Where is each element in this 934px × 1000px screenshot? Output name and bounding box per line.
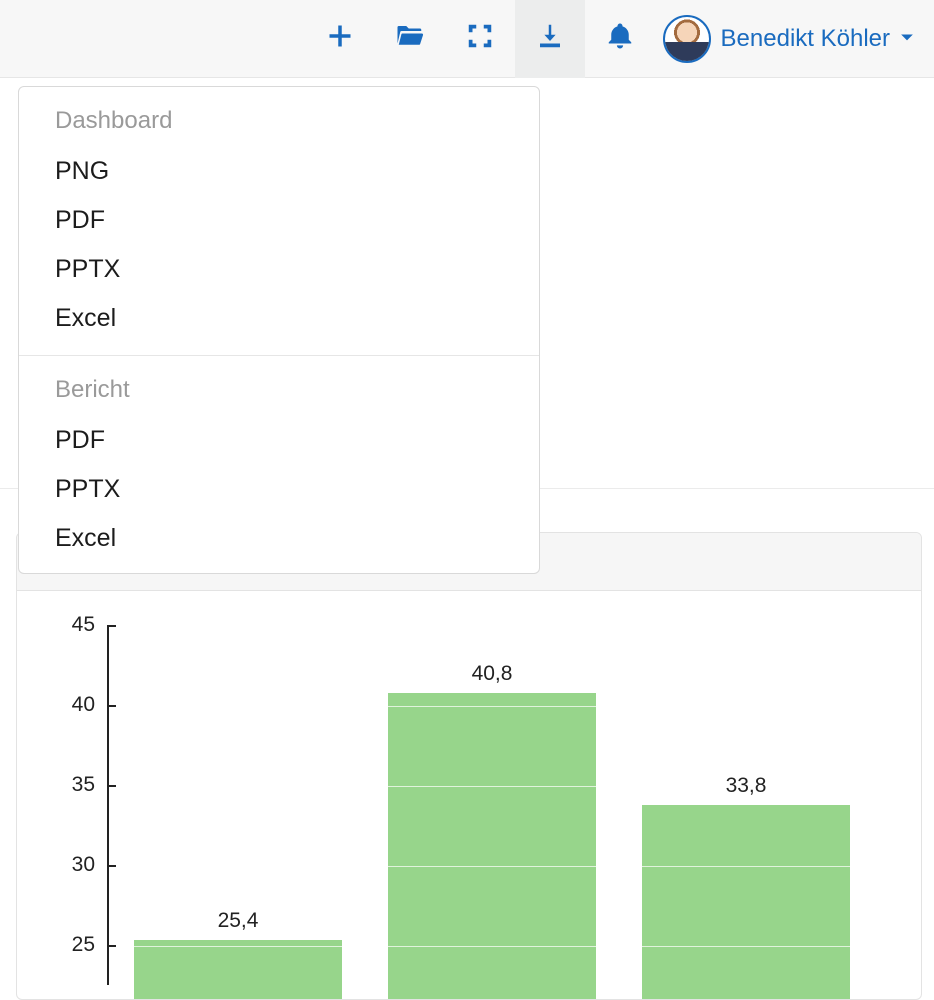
export-pptx-dashboard[interactable]: PPTX [19,245,539,294]
expand-icon [465,21,495,56]
export-pdf-report[interactable]: PDF [19,416,539,465]
export-png[interactable]: PNG [19,147,539,196]
y-tick [107,945,116,947]
export-pptx-report[interactable]: PPTX [19,465,539,514]
chevron-down-icon [900,30,914,48]
y-tick-label: 40 [72,693,95,717]
notifications-button[interactable] [585,0,655,78]
bar [387,692,597,1000]
user-name: Benedikt Köhler [721,25,890,53]
toolbar: Benedikt Köhler [0,0,934,78]
bar [641,804,851,1000]
plus-icon [326,22,354,55]
bar-value-label: 33,8 [726,774,767,804]
y-tick-label: 35 [72,773,95,797]
y-tick [107,625,116,627]
dropdown-section-title: Bericht [19,356,539,416]
chart-card: 25 30 35 40 45 25,4 40,8 33,8 [16,532,922,1000]
toolbar-actions: Benedikt Köhler [305,0,926,78]
bar [133,939,343,1000]
export-excel-dashboard[interactable]: Excel [19,294,539,343]
bell-icon [605,21,635,56]
y-tick [107,865,116,867]
export-excel-report[interactable]: Excel [19,514,539,563]
bar-value-label: 25,4 [218,909,259,939]
download-dropdown: Dashboard PNG PDF PPTX Excel Bericht PDF… [18,86,540,574]
chart-plot-area: 25,4 40,8 33,8 [133,625,891,985]
open-folder-button[interactable] [375,0,445,78]
dropdown-section-title: Dashboard [19,87,539,147]
y-tick-label: 25 [72,933,95,957]
y-tick [107,705,116,707]
y-tick-label: 30 [72,853,95,877]
y-axis-line [107,625,109,985]
y-tick [107,785,116,787]
y-tick-label: 45 [72,613,95,637]
download-icon [535,21,565,56]
bar-value-label: 40,8 [472,662,513,692]
fullscreen-button[interactable] [445,0,515,78]
add-button[interactable] [305,0,375,78]
download-button[interactable] [515,0,585,78]
bar-chart: 2530354045 25,440,833,8 [53,625,891,985]
user-menu[interactable]: Benedikt Köhler [655,15,926,63]
folder-open-icon [395,21,425,56]
avatar [663,15,711,63]
y-axis: 2530354045 [53,625,107,985]
export-pdf-dashboard[interactable]: PDF [19,196,539,245]
